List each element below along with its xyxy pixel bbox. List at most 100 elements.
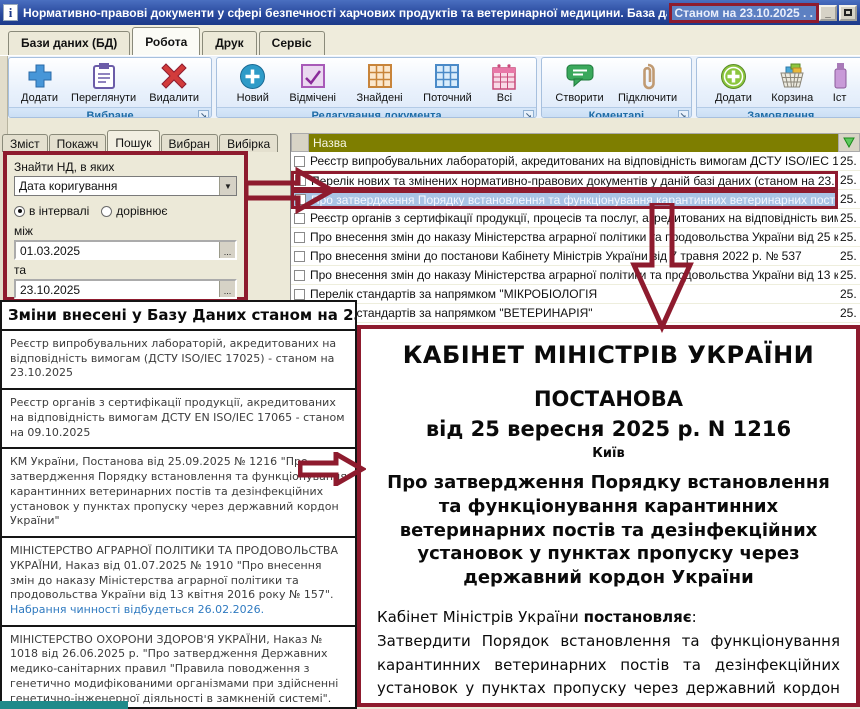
window-title: Нормативно-правові документи у сфері без… <box>23 6 667 20</box>
document-lead: Кабінет Міністрів України постановляє: <box>377 606 840 629</box>
radio-equals[interactable]: дорівнює <box>101 204 167 218</box>
tab-work[interactable]: Робота <box>132 27 200 55</box>
table-row[interactable]: Перелік стандартів за напрямком "ВЕТЕРИН… <box>291 304 860 323</box>
new-document-button[interactable]: Новий <box>232 59 274 106</box>
search-form: Знайти НД, в яких Дата коригування ▼ в і… <box>3 151 248 301</box>
tab-favorites[interactable]: Вибран <box>161 134 219 152</box>
name-column-header[interactable]: Назва <box>309 133 838 152</box>
row-date: 25. <box>838 285 860 304</box>
tab-service[interactable]: Сервіс <box>259 31 325 55</box>
all-documents-button[interactable]: Всі <box>487 59 521 106</box>
document-view: КАБІНЕТ МІНІСТРІВ УКРАЇНИ ПОСТАНОВА від … <box>357 325 860 707</box>
dialog-launcher-icon[interactable]: ↘ <box>678 110 689 118</box>
row-date: 25. <box>838 190 860 209</box>
row-checkbox[interactable] <box>294 156 305 167</box>
row-date: 25. <box>838 171 860 190</box>
table-row[interactable]: Про внесення зміни до постанови Кабінету… <box>291 247 860 266</box>
row-checkbox[interactable] <box>295 194 306 205</box>
favorites-view-button[interactable]: Переглянути <box>66 59 141 106</box>
attach-paperclip-icon <box>639 60 657 92</box>
delete-cross-icon <box>161 60 187 92</box>
add-order-icon <box>720 60 747 92</box>
found-documents-button[interactable]: Знайдені <box>352 59 408 106</box>
favorites-add-button[interactable]: Додати <box>16 59 63 106</box>
changes-panel: Зміни внесені у Базу Даних станом на 23.… <box>0 300 357 709</box>
row-checkbox[interactable] <box>294 232 305 243</box>
row-checkbox[interactable] <box>294 289 305 300</box>
history-button[interactable]: Іст <box>828 59 852 106</box>
order-add-button[interactable]: Додати <box>710 59 757 106</box>
row-title: Реєстр випробувальних лабораторій, акред… <box>310 154 838 168</box>
dialog-launcher-icon[interactable]: ↘ <box>198 110 209 118</box>
document-org: КАБІНЕТ МІНІСТРІВ УКРАЇНИ <box>377 341 840 369</box>
ribbon-group-orders: Додати Корзина Іст Замовлення <box>696 57 860 118</box>
table-row-selected[interactable]: Про затвердження Порядку встановлення та… <box>291 190 860 209</box>
browse-dots-button[interactable]: ... <box>219 242 235 258</box>
create-comment-button[interactable]: Створити <box>550 59 608 106</box>
current-document-button[interactable]: Поточний <box>418 59 477 106</box>
document-date: від 25 вересня 2025 р. N 1216 <box>377 417 840 441</box>
row-date: 25. <box>838 304 860 323</box>
button-label: Корзина <box>771 92 813 105</box>
tab-search[interactable]: Пошук <box>107 130 159 152</box>
row-title: Про внесення змін до наказу Міністерства… <box>310 268 838 282</box>
table-row[interactable]: Про внесення змін до наказу Міністерства… <box>291 266 860 285</box>
tab-contents[interactable]: Зміст <box>2 134 48 152</box>
row-checkbox[interactable] <box>294 251 305 262</box>
row-title: Перелік нових та змінених нормативно-пра… <box>311 174 835 188</box>
all-calendar-icon <box>492 60 516 92</box>
marked-documents-button[interactable]: Відмічені <box>284 59 341 106</box>
sort-button[interactable] <box>838 133 860 152</box>
document-city: Київ <box>377 446 840 461</box>
marked-docs-icon <box>301 60 325 92</box>
radio-interval[interactable]: в інтервалі <box>14 204 89 218</box>
tab-databases[interactable]: Бази даних (БД) <box>8 31 130 55</box>
dropdown-value: Дата коригування <box>15 177 219 195</box>
attach-comment-button[interactable]: Підключити <box>613 59 682 106</box>
history-icon <box>833 60 847 92</box>
table-row[interactable]: Реєстр органів з сертифікації продукції,… <box>291 209 860 228</box>
table-row[interactable]: Реєстр випробувальних лабораторій, акред… <box>291 152 860 171</box>
button-label: Відмічені <box>289 92 336 105</box>
tab-selection[interactable]: Вибірка <box>219 134 278 152</box>
and-label: та <box>14 263 237 277</box>
maximize-button[interactable] <box>839 5 857 21</box>
date-to-field[interactable]: 23.10.2025 ... <box>14 279 237 299</box>
list-item: МІНІСТЕРСТВО ОХОРОНИ ЗДОРОВ'Я УКРАЇНИ, Н… <box>2 627 355 709</box>
button-label: Підключити <box>618 92 677 105</box>
row-date: 25. <box>838 209 860 228</box>
row-date: 25. <box>838 228 860 247</box>
row-title: Перелік стандартів за напрямком "МІКРОБІ… <box>310 287 838 301</box>
row-title: Перелік стандартів за напрямком "ВЕТЕРИН… <box>310 306 838 320</box>
row-checkbox[interactable] <box>294 270 305 281</box>
radio-label: в інтервалі <box>29 204 89 218</box>
maximize-icon <box>844 9 852 16</box>
effective-date-note: Набрання чинності відбудеться 26.02.2026… <box>10 603 264 616</box>
favorites-delete-button[interactable]: Видалити <box>144 59 204 106</box>
tab-index[interactable]: Покажч <box>49 134 107 152</box>
radio-dot-icon <box>14 206 25 217</box>
row-checkbox[interactable] <box>294 213 305 224</box>
table-row[interactable]: Перелік стандартів за напрямком "МІКРОБІ… <box>291 285 860 304</box>
search-field-dropdown[interactable]: Дата коригування ▼ <box>14 176 237 196</box>
minimize-button[interactable]: _ <box>819 5 837 21</box>
basket-button[interactable]: Корзина <box>766 59 818 106</box>
table-row[interactable]: Про внесення змін до наказу Міністерства… <box>291 228 860 247</box>
date-from-field[interactable]: 01.03.2025 ... <box>14 240 237 260</box>
checkbox-column-header[interactable] <box>291 133 309 152</box>
between-label: між <box>14 224 237 238</box>
dialog-launcher-icon[interactable]: ↘ <box>523 110 534 118</box>
tab-print[interactable]: Друк <box>202 31 256 55</box>
browse-dots-button[interactable]: ... <box>219 281 235 297</box>
row-checkbox[interactable] <box>295 175 306 186</box>
row-title: Про внесення зміни до постанови Кабінету… <box>310 249 838 263</box>
ribbon-group-editing: Новий Відмічені Знайдені <box>216 57 537 118</box>
selection-highlight-bar <box>0 701 128 709</box>
create-comment-icon <box>566 60 594 92</box>
title-date-highlight: Станом на 23.10.2025 . . <box>669 3 820 23</box>
view-clipboard-icon <box>92 60 116 92</box>
chevron-down-icon[interactable]: ▼ <box>219 177 236 195</box>
table-row[interactable]: Перелік нових та змінених нормативно-пра… <box>291 171 860 190</box>
new-circle-plus-icon <box>239 60 266 92</box>
button-label: Новий <box>237 92 269 105</box>
